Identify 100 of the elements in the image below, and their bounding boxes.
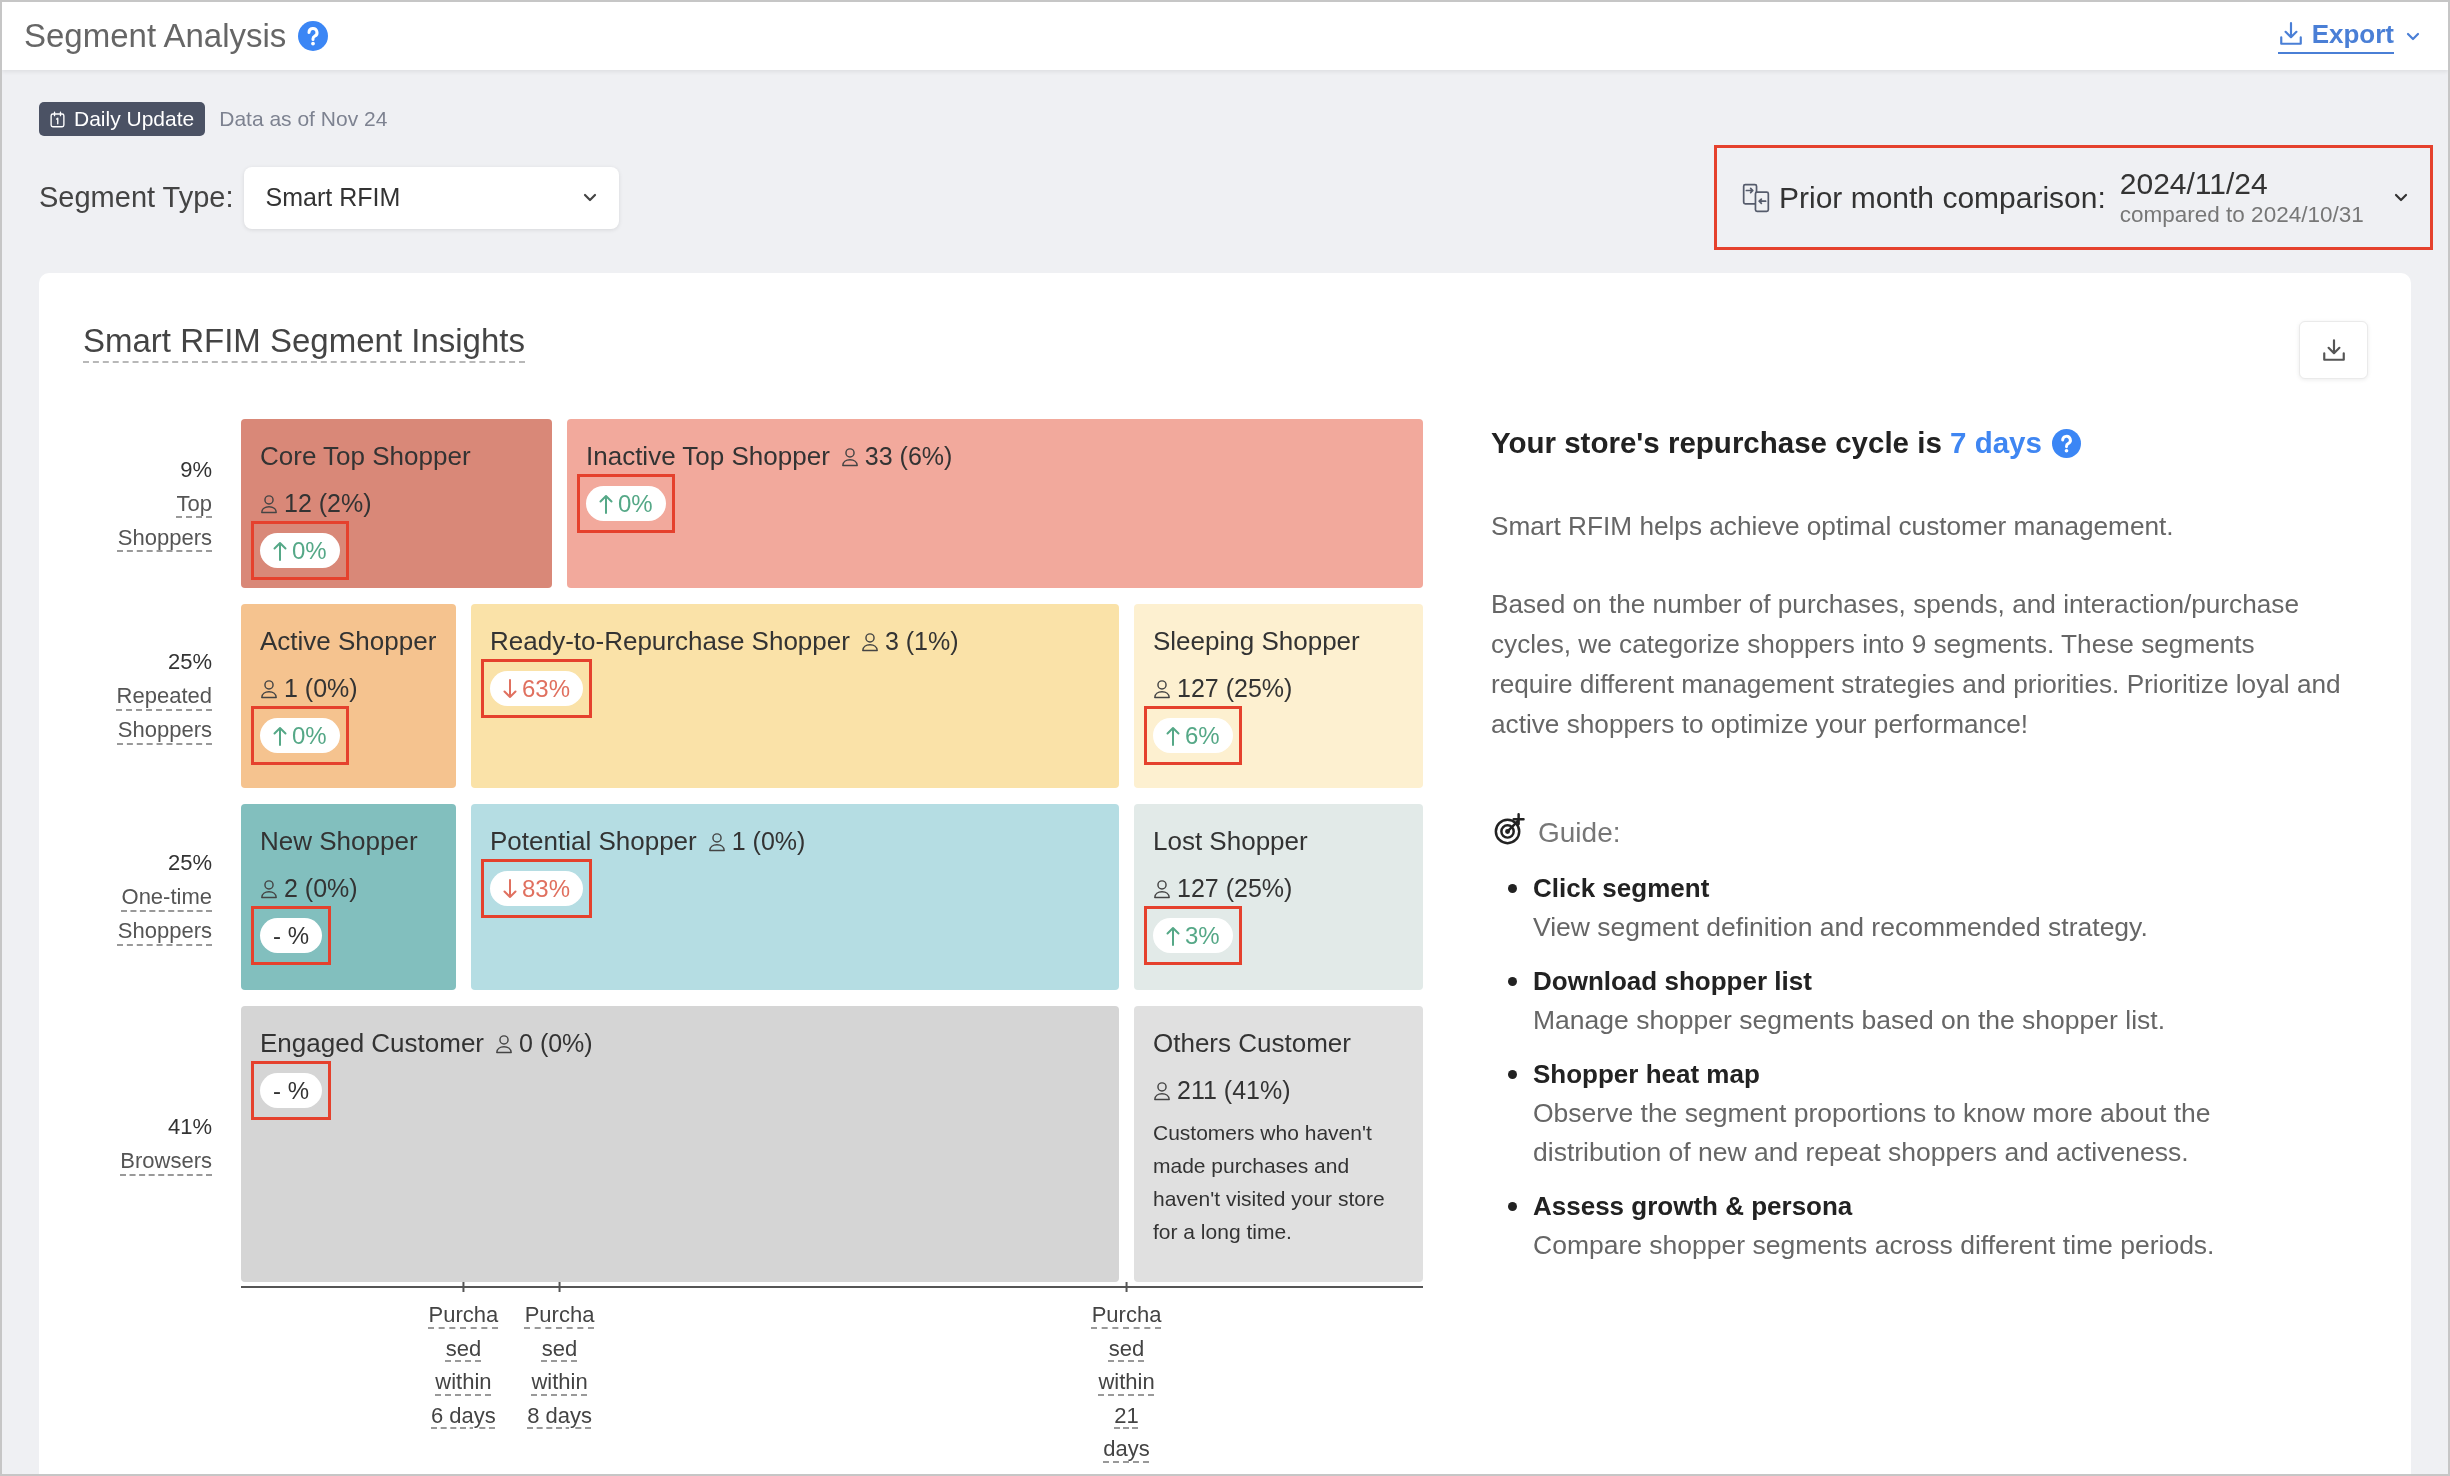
change-value: 0%: [292, 536, 327, 565]
guide-item-title: Download shopper list: [1533, 965, 1813, 998]
person-icon: [1153, 878, 1171, 899]
target-icon: [1494, 813, 1526, 845]
segment-tile[interactable]: Potential Shopper 1 (0%) 83%: [471, 804, 1119, 990]
segment-tile[interactable]: Others Customer 211 (41%) Customers who haven't made purchases and haven't visited your store for a long time.: [1134, 1006, 1423, 1282]
segment-count: 127 (25%): [1177, 874, 1293, 903]
page-title: Segment Analysis: [24, 17, 287, 55]
help-icon[interactable]: [298, 21, 329, 51]
card-title: Smart RFIM Segment Insights: [83, 321, 525, 363]
change-value: 3%: [1185, 921, 1220, 950]
help-icon[interactable]: [2051, 428, 2081, 458]
download-icon: [2320, 337, 2347, 363]
axis-label: Purchased within 8 days: [523, 1301, 596, 1430]
segment-count: 33 (6%): [864, 442, 953, 471]
segment-count: 1 (0%): [731, 827, 806, 856]
guide-item-text: View segment definition and recommended strategy.: [1533, 911, 2149, 944]
intro-text: Smart RFIM helps achieve optimal customer management.: [1491, 510, 2175, 543]
calendar-icon: [49, 110, 66, 128]
row-label: One-time Shoppers: [116, 883, 212, 945]
segment-count: 127 (25%): [1177, 674, 1293, 703]
row-percent: 9%: [180, 455, 212, 484]
change-value: 6%: [1185, 721, 1220, 750]
segment-tile[interactable]: Engaged Customer 0 (0%) - %: [241, 1006, 1119, 1282]
comparison-label: Prior month comparison:: [1779, 180, 2106, 215]
segment-tile[interactable]: New Shopper 2 (0%) - %: [241, 804, 456, 990]
row-percent: 25%: [167, 648, 212, 676]
comparison-date: 2024/11/24: [2119, 167, 2269, 201]
segment-tile[interactable]: Sleeping Shopper 127 (25%) 6%: [1134, 604, 1423, 788]
segment-type-label: Segment Type:: [39, 181, 234, 214]
change-value: 0%: [618, 489, 653, 518]
segment-name: Inactive Top Shopper: [586, 440, 830, 473]
segment-tile[interactable]: Core Top Shopper 12 (2%) 0%: [241, 419, 552, 588]
arrow-up-icon: [273, 725, 287, 746]
segment-count: 0 (0%): [519, 1029, 593, 1058]
arrow-down-icon: [503, 678, 517, 699]
segment-count: 1 (0%): [284, 674, 358, 703]
segment-name: Potential Shopper: [490, 825, 697, 858]
segment-count: 2 (0%): [284, 874, 358, 903]
compare-icon: [1742, 182, 1770, 213]
update-frequency-label: Daily Update: [74, 107, 195, 131]
guide-item-title: Shopper heat map: [1533, 1058, 1761, 1091]
person-icon: [840, 446, 859, 467]
bullet-icon: [1507, 1069, 1517, 1079]
segment-name: New Shopper: [260, 825, 418, 858]
bullet-icon: [1507, 1201, 1517, 1211]
guide-item-text: Manage shopper segments based on the shopper list.: [1533, 1004, 2166, 1037]
guide-heading: Guide:: [1538, 817, 1621, 849]
segment-tile[interactable]: Ready-to-Repurchase Shopper 3 (1%) 63%: [471, 604, 1119, 788]
download-icon: [2277, 21, 2304, 47]
guide-item-title: Assess growth & persona: [1533, 1190, 1854, 1223]
change-value: - %: [273, 1076, 309, 1105]
person-icon: [495, 1033, 514, 1054]
segment-tile[interactable]: Inactive Top Shopper 33 (6%) 0%: [567, 419, 1423, 588]
change-value: 0%: [292, 721, 327, 750]
person-icon: [260, 878, 278, 899]
segment-count: 12 (2%): [284, 489, 372, 518]
person-icon: [260, 493, 278, 514]
row-label: Top Shoppers: [116, 489, 212, 552]
row-label: Browsers: [120, 1147, 212, 1175]
arrow-down-icon: [503, 878, 517, 899]
guide-item-text: Observe the segment proportions to know more about the distribution of new and repeat shoppers and activeness.: [1533, 1097, 2212, 1169]
segment-name: Ready-to-Repurchase Shopper: [490, 625, 850, 658]
person-icon: [1153, 1080, 1171, 1101]
person-icon: [860, 631, 879, 652]
repurchase-cycle-heading: Your store's repurchase cycle is 7 days: [1491, 425, 2042, 461]
segment-tile[interactable]: Active Shopper 1 (0%) 0%: [241, 604, 456, 788]
segment-tile[interactable]: Lost Shopper 127 (25%) 3%: [1134, 804, 1423, 990]
segment-name: Core Top Shopper: [260, 440, 471, 473]
export-button[interactable]: Export: [2277, 18, 2394, 54]
arrow-up-icon: [1166, 925, 1180, 946]
person-icon: [260, 678, 278, 699]
chevron-down-icon: [2394, 193, 2408, 202]
download-button[interactable]: [2299, 321, 2368, 379]
segment-name: Active Shopper: [260, 625, 437, 658]
change-value: 83%: [522, 874, 571, 903]
segment-name: Sleeping Shopper: [1153, 625, 1360, 658]
arrow-up-icon: [1166, 725, 1180, 746]
caret-icon[interactable]: [2406, 31, 2420, 41]
segment-description: Customers who haven't made purchases and haven't visited your store for a long time.: [1153, 1120, 1386, 1245]
axis-label: Purchased within 21 days: [1090, 1301, 1163, 1463]
arrow-up-icon: [273, 540, 287, 561]
compared-to-date: compared to 2024/10/31: [2119, 201, 2364, 228]
axis-label: Purchased within 6 days: [427, 1301, 500, 1430]
segment-name: Engaged Customer: [260, 1027, 485, 1060]
bullet-icon: [1507, 976, 1517, 986]
segment-name: Lost Shopper: [1153, 825, 1308, 858]
segment-count: 3 (1%): [884, 627, 959, 656]
segment-name: Others Customer: [1153, 1027, 1351, 1060]
change-value: - %: [273, 921, 309, 950]
bullet-icon: [1507, 883, 1517, 893]
row-percent: 41%: [167, 1113, 212, 1141]
segment-count: 211 (41%): [1177, 1076, 1291, 1105]
person-icon: [707, 831, 726, 852]
arrow-up-icon: [599, 493, 613, 514]
segment-type-dropdown[interactable]: Smart RFIM: [243, 166, 619, 229]
row-label: Repeated Shoppers: [115, 682, 212, 744]
change-value: 63%: [522, 674, 571, 703]
description-text: Based on the number of purchases, spends, and interaction/purchase cycles, we categorize shoppers into 9 segments. These segments require different management strategies and priorities. Prioritize loyal and active shoppers to optimize your performance!: [1491, 588, 2342, 741]
guide-item-text: Compare shopper segments across different time periods.: [1533, 1229, 2216, 1262]
